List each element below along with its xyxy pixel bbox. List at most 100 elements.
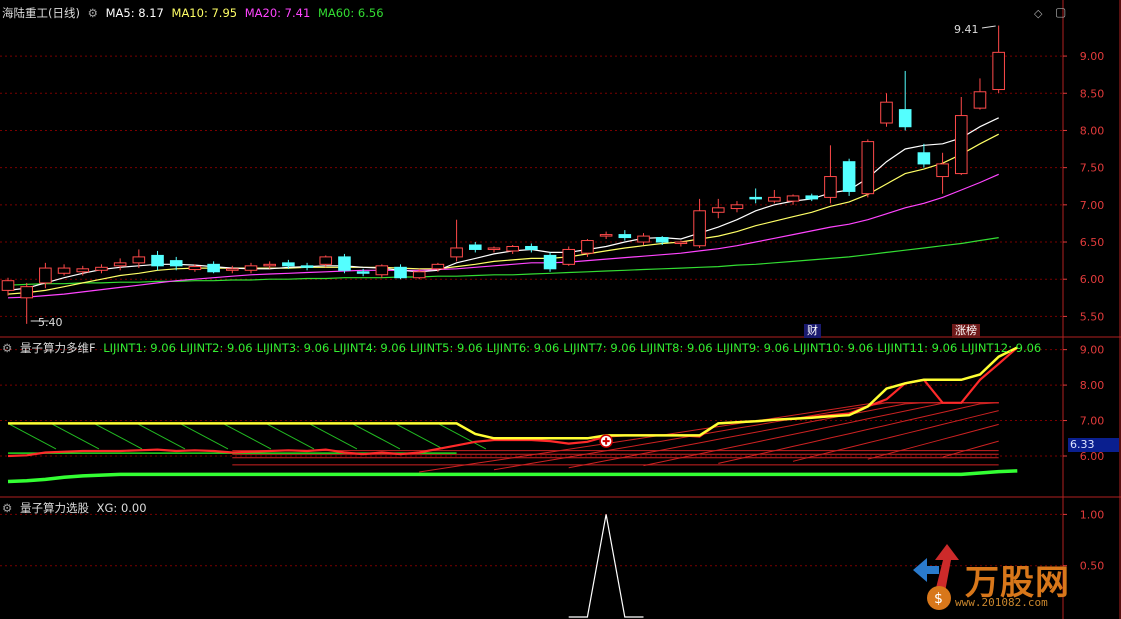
lijint-label: LIJINT12: 9.06 [961,341,1042,355]
candle-body [244,265,258,271]
axis-tick-label: 7.50 [1080,162,1105,175]
axis-tick-label: 8.00 [1080,379,1105,392]
min-price-label: 5.40 [38,316,63,329]
lijint-label: LIJINT2: 9.06 [179,341,253,355]
axis-tick-label: 5.50 [1080,310,1105,323]
panel-toggle-icon[interactable]: ▢ [1055,5,1066,19]
candle-body [805,195,819,200]
lijint-labels: LIJINT1: 9.06 LIJINT2: 9.06 LIJINT3: 9.06 L… [103,341,1045,355]
lijint-hatch-line [394,422,444,450]
candle-body [394,266,407,279]
candle-body [319,256,333,265]
finance-badge[interactable]: 财 [804,324,821,338]
candle-body [151,254,164,267]
lijint-hatch-line [351,422,401,450]
panel2-settings-icon[interactable]: ⚙ [2,341,12,355]
settings-icon[interactable]: ⚙ [88,6,98,20]
candle-body [487,247,501,250]
candle-body [786,195,800,202]
candle-body [506,245,519,252]
lijint-label: LIJINT9: 9.06 [716,341,790,355]
panel1-header: 海陆重工(日线) ⚙ MA5: 8.17 MA10: 7.95 MA20: 7.… [2,5,388,21]
candle-body [431,263,445,270]
lijint-fan-line [792,410,999,462]
candle-body [76,268,90,273]
lijint-label: LIJINT11: 9.06 [877,341,958,355]
candle-body [169,260,183,267]
axis-tick-label: 9.00 [1080,50,1105,63]
lijint-hatch-line [136,422,186,450]
candle-body [730,204,744,210]
axis-tick-label: 7.00 [1080,199,1105,212]
candle-body [207,263,220,273]
lijint-hatch-line [265,422,315,450]
candle-body [300,265,314,268]
candle-body [674,241,688,245]
candle-body [599,234,613,237]
lijint-label: LIJINT1: 9.06 [103,341,176,355]
candle-body [824,176,837,198]
panel3-title: 量子算力选股 [19,501,89,515]
lijint-label: LIJINT4: 9.06 [333,341,406,355]
panel3-settings-icon[interactable]: ⚙ [2,501,12,515]
candle-body [95,266,108,271]
stock-title: 海陆重工(日线) [2,6,80,20]
candle-body [188,266,202,271]
candle-body [543,254,557,270]
candle-body [842,161,856,192]
candle-body [880,101,893,124]
xg-label: XG: 0.00 [96,501,147,515]
ma10-label: MA10: 7.95 [171,6,238,20]
candle-body [1,280,15,291]
candle-body [39,267,52,284]
lijint-fan-line [493,402,999,471]
chart-canvas: 5.506.006.507.007.508.008.509.006.007.00… [0,0,1121,619]
candle-body [375,265,389,276]
lijint-hatch-line [7,422,57,450]
candle-body [581,240,594,254]
lijint-label: LIJINT3: 9.06 [256,341,330,355]
ma60-label: MA60: 6.56 [317,6,384,20]
lijint-label: LIJINT10: 9.06 [793,341,874,355]
panel2-title: 量子算力多维F [19,341,96,355]
candle-body [525,245,538,250]
candle-body [468,244,482,250]
lijint-hatch-line [93,422,143,450]
lijint-label: LIJINT6: 9.06 [486,341,560,355]
svg-text:$: $ [934,591,943,607]
lijint-hatch-line [222,422,272,450]
candle-body [263,263,276,267]
candle-body [113,262,127,267]
candle-body [57,267,71,274]
ranking-badge[interactable]: 涨榜 [952,324,980,338]
lijint-hatch-line [308,422,358,450]
lijint-label: LIJINT8: 9.06 [639,341,713,355]
candle-body [954,115,968,175]
candle-body [861,141,875,195]
logo-side-arrow [913,558,939,582]
lijint-label: LIJINT5: 9.06 [409,341,483,355]
candle-body [20,286,33,299]
lijint-yellow-line [8,346,1018,440]
candle-body [655,237,669,243]
axis-tick-label: 8.00 [1080,124,1105,137]
candle-body [562,248,576,265]
lijint-label: LIJINT7: 9.06 [563,341,636,355]
candle-body [749,196,762,200]
diamond-icon[interactable]: ◇ [1034,7,1042,20]
axis-tick-label: 6.50 [1080,236,1105,249]
lijint-red-line [7,346,1019,458]
axis-tick-label: 6.00 [1080,273,1105,286]
axis-tick-label: 1.00 [1080,508,1105,521]
ma5-label: MA5: 8.17 [105,6,164,20]
axis-tick-label: 8.50 [1080,87,1105,100]
max-price-label: 9.41 [954,23,979,36]
candle-body [992,51,1005,91]
candle-body [917,152,931,165]
candle-body [356,271,370,274]
candle-body [693,210,706,247]
candle-body [132,256,146,264]
current-value-box: 6.33 [1068,438,1119,452]
lijint-hatch-line [179,422,229,450]
lijint-hatch-line [50,422,100,450]
